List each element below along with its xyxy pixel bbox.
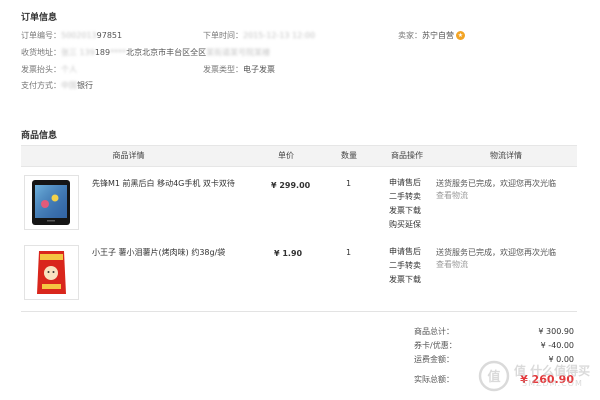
product-name-link[interactable]: 小王子 薯小泪薯片(烤肉味) 约38g/袋 (92, 247, 225, 259)
quantity: 1 (346, 179, 352, 188)
order-number-label: 订单编号： (21, 31, 61, 40)
svg-text:值: 值 (487, 369, 500, 385)
col-goods-detail: 商品详情 (112, 151, 145, 160)
watermark-text-en: SMZDM.COM (522, 379, 583, 388)
address-text: 北京北京市丰台区全区 (126, 48, 207, 57)
invoice-download-link[interactable]: 发票下载 (389, 204, 421, 218)
apply-aftersale-link[interactable]: 申请售后 (389, 245, 421, 259)
product-name-link[interactable]: 先锋M1 前黑后白 移动4G手机 双卡双待 (92, 178, 242, 190)
logistics-info: 送货服务已完成，欢迎您再次光临 查看物流 (436, 178, 556, 202)
payment-label: 支付方式： (21, 81, 61, 90)
invoice-download-link[interactable]: 发票下载 (389, 273, 421, 287)
order-number-row: 订单编号：500201397851 (21, 31, 122, 41)
seller-value[interactable]: 苏宁自营 (422, 31, 454, 40)
address-masked-name: 张三 139 (61, 48, 95, 57)
col-quantity: 数量 (341, 151, 357, 160)
goods-total-label: 商品总计： (414, 327, 454, 336)
goods-ops: 申请售后 二手转卖 发票下载 购买延保 (389, 176, 421, 232)
order-info-title: 订单信息 (21, 13, 58, 23)
apply-aftersale-link[interactable]: 申请售后 (389, 176, 421, 190)
view-logistics-link[interactable]: 查看物流 (436, 190, 556, 202)
order-number-value: 97851 (96, 31, 123, 40)
address-row: 收货地址：张三 139189****北京北京市丰台区全区某街道某号院某楼 (21, 48, 270, 58)
unit-price: ¥ 299.00 (271, 181, 311, 190)
logistics-status: 送货服务已完成，欢迎您再次光临 (436, 179, 556, 188)
product-image-chips[interactable] (24, 245, 79, 300)
address-masked-phone: **** (110, 48, 127, 57)
product-image-phone[interactable] (24, 175, 79, 230)
shipping-label: 运费金额： (414, 355, 454, 364)
table-bottom-divider (21, 311, 577, 312)
col-unit-price: 单价 (278, 151, 294, 160)
address-masked-detail: 某街道某号院某楼 (206, 48, 271, 57)
col-logistics: 物流详情 (490, 151, 522, 160)
invoice-title-label: 发票抬头： (21, 65, 61, 74)
invoice-type-value: 电子发票 (243, 65, 275, 74)
seller-row: 卖家：苏宁自营 ★ (398, 31, 465, 41)
order-number-masked: 5002013 (61, 31, 97, 40)
unit-price: ¥ 1.90 (274, 249, 303, 258)
goods-total-row: 商品总计： ¥ 300.90 (414, 325, 574, 338)
address-label: 收货地址： (21, 48, 61, 57)
order-time-masked: 2015-12-13 12:00 (243, 31, 316, 40)
address-phone: 189 (94, 48, 111, 57)
resell-link[interactable]: 二手转卖 (389, 259, 421, 273)
watermark-text-cn: 值 什么值得买 (514, 364, 591, 378)
payment-value: 银行 (77, 81, 93, 90)
coupon-label: 券卡/优惠： (414, 341, 457, 350)
snack-bag-icon (37, 251, 66, 294)
phone-icon (32, 180, 70, 225)
paid-total-label: 实际总额： (414, 375, 454, 384)
extended-warranty-link[interactable]: 购买延保 (389, 218, 421, 232)
invoice-type-label: 发票类型： (203, 65, 243, 74)
order-time-label: 下单时间： (203, 31, 243, 40)
coupon-row: 券卡/优惠： ¥ -40.00 (414, 339, 574, 352)
seller-badge-icon: ★ (456, 31, 465, 40)
payment-masked: 中国 (61, 81, 77, 90)
goods-info-title: 商品信息 (21, 131, 58, 141)
resell-link[interactable]: 二手转卖 (389, 190, 421, 204)
goods-table-header: 商品详情 单价 数量 商品操作 物流详情 (21, 145, 577, 167)
col-goods-ops: 商品操作 (391, 151, 423, 160)
goods-total-value: ¥ 300.90 (538, 327, 574, 336)
view-logistics-link[interactable]: 查看物流 (436, 259, 556, 271)
watermark: 值 值 什么值得买 SMZDM.COM (478, 357, 590, 395)
quantity: 1 (346, 248, 352, 257)
goods-ops: 申请售后 二手转卖 发票下载 (389, 245, 421, 287)
payment-row: 支付方式：中国银行 (21, 81, 93, 91)
order-time-row: 下单时间：2015-12-13 12:00 (203, 31, 315, 41)
invoice-type-row: 发票类型：电子发票 (203, 65, 275, 75)
logistics-info: 送货服务已完成，欢迎您再次光临 查看物流 (436, 247, 556, 271)
seller-label: 卖家： (398, 31, 422, 40)
coupon-value: ¥ -40.00 (540, 341, 574, 350)
watermark-logo-icon: 值 (478, 360, 510, 392)
logistics-status: 送货服务已完成，欢迎您再次光临 (436, 248, 556, 257)
invoice-title-masked: 个人 (61, 65, 77, 74)
invoice-title-row: 发票抬头：个人 (21, 65, 77, 75)
